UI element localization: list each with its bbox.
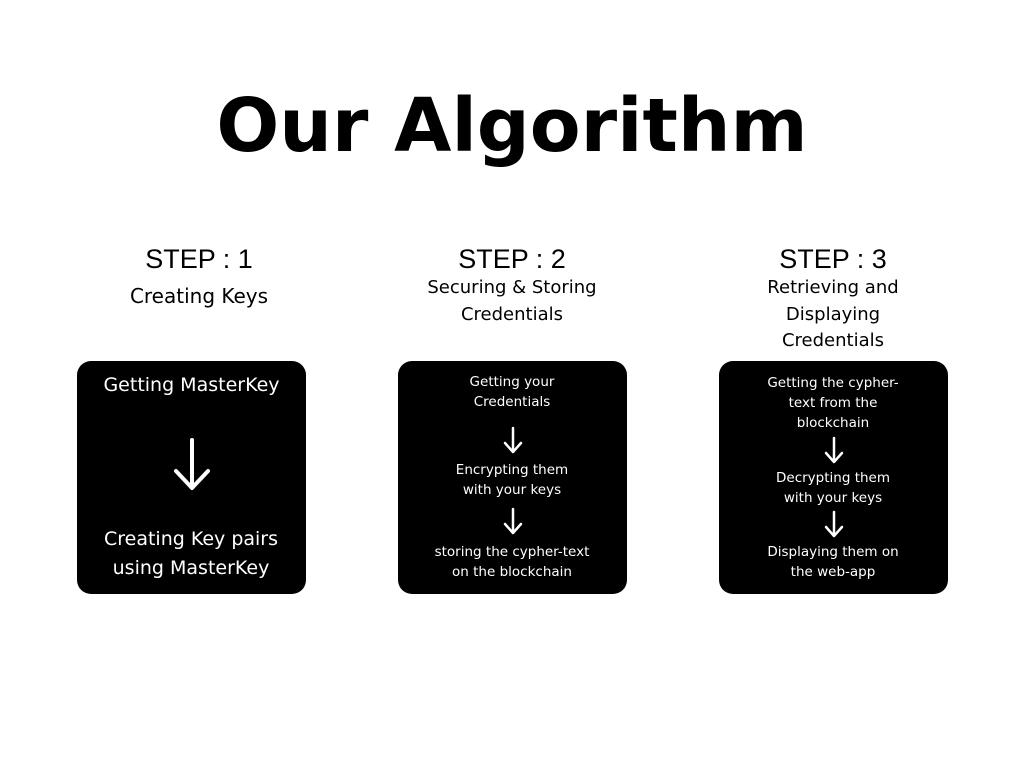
step-2-card: Getting your Credentials Encrypting them… <box>398 361 627 594</box>
arrow-down-icon <box>824 436 843 464</box>
step-1-subtitle: Creating Keys <box>129 284 269 308</box>
step-3-card: Getting the cypher-text from the blockch… <box>719 361 948 594</box>
step-1-header: STEP : 1 Creating Keys <box>79 243 319 310</box>
step-3-heading: STEP : 3 <box>779 244 887 274</box>
step-3-item-2: Decrypting them with your keys <box>776 470 890 506</box>
arrow-down-icon <box>173 438 210 490</box>
step-2-item-3: storing the cypher-text on the blockchai… <box>434 544 590 580</box>
step-2-header: STEP : 2 Securing & Storing Credentials <box>392 243 632 328</box>
step-3-item-3: Displaying them on the web-app <box>767 544 899 580</box>
step-1-item-1: Getting MasterKey <box>103 374 280 396</box>
step-3-header: STEP : 3 Retrieving and Displaying Crede… <box>713 243 953 355</box>
step-1-heading: STEP : 1 <box>145 244 253 274</box>
step-2-subtitle: Securing & Storing Credentials <box>427 277 597 325</box>
step-2-item-1: Getting your Credentials <box>469 374 555 410</box>
step-1-card: Getting MasterKey Creating Key pairs usi… <box>77 361 306 594</box>
step-3-subtitle: Retrieving and Displaying Credentials <box>767 277 899 351</box>
step-2-item-2: Encrypting them with your keys <box>455 462 569 498</box>
page-title: Our Algorithm <box>216 83 808 169</box>
arrow-down-icon <box>503 507 522 535</box>
step-2-heading: STEP : 2 <box>458 244 566 274</box>
step-1-item-2: Creating Key pairs using MasterKey <box>103 528 279 579</box>
arrow-down-icon <box>503 426 522 454</box>
step-3-item-1: Getting the cypher-text from the blockch… <box>767 375 899 431</box>
arrow-down-icon <box>824 510 843 538</box>
